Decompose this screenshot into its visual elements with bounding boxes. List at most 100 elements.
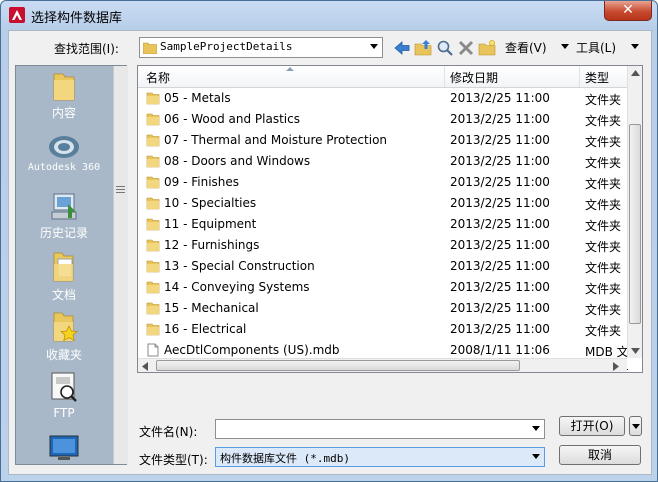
horizontal-scrollbar[interactable] <box>138 358 627 372</box>
place-label: FTP <box>53 406 75 420</box>
file-row[interactable]: 07 - Thermal and Moisture Protection 2013… <box>138 130 627 151</box>
file-row[interactable]: 14 - Conveying Systems 2013/2/25 11:00 文件夹 <box>138 277 627 298</box>
tools-dropdown-icon[interactable] <box>631 44 639 49</box>
folder-icon <box>146 113 160 126</box>
open-button[interactable]: 打开(O) <box>559 416 625 436</box>
file-type-select[interactable]: 构件数据库文件 (*.mdb) <box>215 447 545 467</box>
folder-icon <box>146 155 160 168</box>
file-name-input[interactable] <box>215 419 545 439</box>
file-date: 2013/2/25 11:00 <box>450 301 550 315</box>
close-button[interactable]: ✕ <box>604 1 652 21</box>
chevron-down-icon[interactable] <box>370 44 378 49</box>
autocad-app-icon <box>9 7 25 23</box>
file-name: 06 - Wood and Plastics <box>164 112 300 126</box>
favorites-icon <box>53 312 78 342</box>
file-date: 2013/2/25 11:00 <box>450 112 550 126</box>
file-type: 文件夹 <box>585 177 622 191</box>
look-in-combo[interactable]: SampleProjectDetails <box>139 37 383 58</box>
views-dropdown-icon[interactable] <box>561 44 569 49</box>
place-label: Autodesk 360 <box>27 162 101 173</box>
folder-icon <box>146 239 160 252</box>
file-name: 07 - Thermal and Moisture Protection <box>164 133 388 147</box>
scroll-down-icon[interactable] <box>631 348 640 354</box>
file-date: 2013/2/25 11:00 <box>450 217 550 231</box>
tools-menu[interactable]: 工具(L) <box>576 39 616 56</box>
views-menu[interactable]: 查看(V) <box>505 39 547 56</box>
cancel-button[interactable]: 取消 <box>559 445 641 465</box>
new-folder-icon[interactable] <box>478 39 496 57</box>
file-row[interactable]: 08 - Doors and Windows 2013/2/25 11:00 文件夹 <box>138 151 627 172</box>
column-date-header[interactable]: 修改日期 <box>450 69 498 86</box>
place-autodesk-360[interactable]: Autodesk 360 <box>16 132 112 173</box>
file-row[interactable]: 15 - Mechanical 2013/2/25 11:00 文件夹 <box>138 298 627 319</box>
place-label: 文档 <box>51 288 76 302</box>
file-date: 2013/2/25 11:00 <box>450 259 550 273</box>
chevron-down-icon <box>632 424 640 429</box>
dialog-window: 选择构件数据库 ✕ 查找范围(I): SampleProjectDetails <box>0 0 658 482</box>
place-favorites[interactable]: 收藏夹 <box>16 310 112 363</box>
place-content[interactable]: 内容 <box>16 70 112 121</box>
file-name: 10 - Specialties <box>164 196 257 210</box>
file-row[interactable]: 05 - Metals 2013/2/25 11:00 文件夹 <box>138 88 627 109</box>
search-web-icon[interactable] <box>436 39 454 57</box>
place-history[interactable]: 历史记录 <box>16 190 112 241</box>
file-name-label: 文件名(N): <box>139 425 198 439</box>
title-bar[interactable]: 选择构件数据库 ✕ <box>1 1 657 29</box>
sort-up-icon <box>286 67 294 71</box>
file-type: 文件夹 <box>585 114 622 128</box>
folder-icon <box>146 302 160 315</box>
file-name: AecDtlComponents (US).mdb <box>164 343 340 357</box>
file-row[interactable]: 13 - Special Construction 2013/2/25 11:00… <box>138 256 627 277</box>
place-documents[interactable]: 文档 <box>16 250 112 303</box>
file-type: 文件夹 <box>585 282 622 296</box>
folder-icon <box>146 92 160 105</box>
scroll-left-icon[interactable] <box>142 362 148 371</box>
desktop-icon <box>49 435 79 460</box>
place-ftp[interactable]: FTP <box>16 370 112 420</box>
file-type: 文件夹 <box>585 324 622 338</box>
file-date: 2008/1/11 11:06 <box>450 343 550 357</box>
vertical-scroll-thumb[interactable] <box>629 124 641 324</box>
file-type: 文件夹 <box>585 198 622 212</box>
back-arrow-icon[interactable] <box>393 39 411 57</box>
file-type: 文件夹 <box>585 156 622 170</box>
file-icon <box>147 343 159 357</box>
place-label: 收藏夹 <box>45 348 82 362</box>
file-name: 09 - Finishes <box>164 175 240 189</box>
open-options-button[interactable] <box>629 416 642 436</box>
window-title: 选择构件数据库 <box>31 11 123 26</box>
horizontal-scroll-thumb[interactable] <box>156 360 520 371</box>
look-in-label: 查找范围(I): <box>54 42 119 56</box>
file-type: 文件夹 <box>585 261 622 275</box>
folder-icon <box>146 176 160 189</box>
file-row[interactable]: 10 - Specialties 2013/2/25 11:00 文件夹 <box>138 193 627 214</box>
up-folder-icon[interactable] <box>414 39 432 57</box>
file-date: 2013/2/25 11:00 <box>450 154 550 168</box>
file-name: 12 - Furnishings <box>164 238 260 252</box>
column-type-header[interactable]: 类型 <box>585 69 609 86</box>
file-list-header: 名称 修改日期 类型 <box>138 66 627 88</box>
ftp-icon <box>51 372 77 402</box>
scroll-right-icon[interactable] <box>613 362 619 371</box>
place-desktop[interactable] <box>16 434 112 462</box>
file-row[interactable]: 16 - Electrical 2013/2/25 11:00 文件夹 <box>138 319 627 340</box>
folder-icon <box>146 260 160 273</box>
chevron-down-icon[interactable] <box>532 426 540 431</box>
folder-icon <box>53 73 75 101</box>
scroll-up-icon[interactable] <box>631 70 640 76</box>
delete-icon[interactable] <box>457 39 475 57</box>
file-row[interactable]: 12 - Furnishings 2013/2/25 11:00 文件夹 <box>138 235 627 256</box>
file-row[interactable]: 11 - Equipment 2013/2/25 11:00 文件夹 <box>138 214 627 235</box>
vertical-scrollbar[interactable] <box>627 66 642 358</box>
chevron-down-icon[interactable] <box>532 454 540 459</box>
file-date: 2013/2/25 11:00 <box>450 91 550 105</box>
file-row[interactable]: 06 - Wood and Plastics 2013/2/25 11:00 文件夹 <box>138 109 627 130</box>
file-name: 08 - Doors and Windows <box>164 154 311 168</box>
column-name-header[interactable]: 名称 <box>146 69 170 86</box>
file-date: 2013/2/25 11:00 <box>450 175 550 189</box>
places-scrollbar[interactable] <box>113 66 128 464</box>
file-type-label: 文件类型(T): <box>139 453 208 467</box>
file-row[interactable]: 09 - Finishes 2013/2/25 11:00 文件夹 <box>138 172 627 193</box>
file-name: 14 - Conveying Systems <box>164 280 310 294</box>
file-date: 2013/2/25 11:00 <box>450 196 550 210</box>
